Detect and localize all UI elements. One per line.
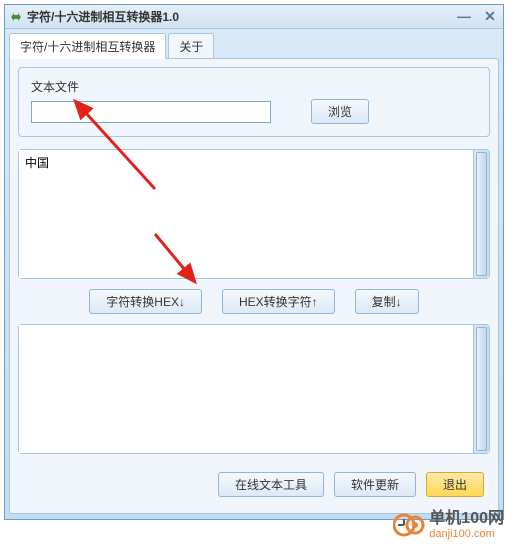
exit-button[interactable]: 退出 — [426, 472, 484, 497]
input-scrollbar[interactable] — [473, 150, 489, 278]
app-icon — [9, 10, 23, 24]
close-button[interactable]: ✕ — [481, 9, 499, 25]
char-to-hex-button[interactable]: 字符转换HEX↓ — [89, 289, 202, 314]
update-button[interactable]: 软件更新 — [334, 472, 416, 497]
tab-bar: 字符/十六进制相互转换器 关于 — [5, 29, 503, 59]
action-button-row: 字符转换HEX↓ HEX转换字符↑ 复制↓ — [18, 289, 490, 314]
tab-about[interactable]: 关于 — [168, 33, 214, 59]
tab-content: 文本文件 浏览 中国 字符转换HEX↓ HEX转换字符↑ 复制↓ 在线文本工具 … — [9, 58, 499, 514]
tab-converter[interactable]: 字符/十六进制相互转换器 — [9, 33, 166, 59]
copy-button[interactable]: 复制↓ — [355, 289, 419, 314]
watermark: 单机100网 danji100.com — [393, 509, 504, 541]
window-controls: — ✕ — [455, 9, 499, 25]
file-label: 文本文件 — [31, 78, 477, 95]
window-title: 字符/十六进制相互转换器1.0 — [27, 8, 455, 25]
online-tool-button[interactable]: 在线文本工具 — [218, 472, 324, 497]
titlebar[interactable]: 字符/十六进制相互转换器1.0 — ✕ — [5, 5, 503, 29]
input-textarea[interactable]: 中国 — [19, 150, 473, 278]
output-textarea-wrap — [18, 324, 490, 454]
minimize-button[interactable]: — — [455, 9, 473, 25]
watermark-url: danji100.com — [429, 528, 504, 540]
footer-buttons: 在线文本工具 软件更新 退出 — [18, 462, 490, 505]
watermark-icon — [393, 509, 425, 541]
input-textarea-wrap: 中国 — [18, 149, 490, 279]
output-textarea[interactable] — [19, 325, 473, 453]
file-input[interactable] — [31, 101, 271, 123]
browse-button[interactable]: 浏览 — [311, 99, 369, 124]
watermark-text: 单机100网 — [429, 510, 504, 528]
app-window: 字符/十六进制相互转换器1.0 — ✕ 字符/十六进制相互转换器 关于 文本文件… — [4, 4, 504, 520]
output-scrollbar[interactable] — [473, 325, 489, 453]
file-section: 文本文件 浏览 — [18, 67, 490, 137]
hex-to-char-button[interactable]: HEX转换字符↑ — [222, 289, 335, 314]
